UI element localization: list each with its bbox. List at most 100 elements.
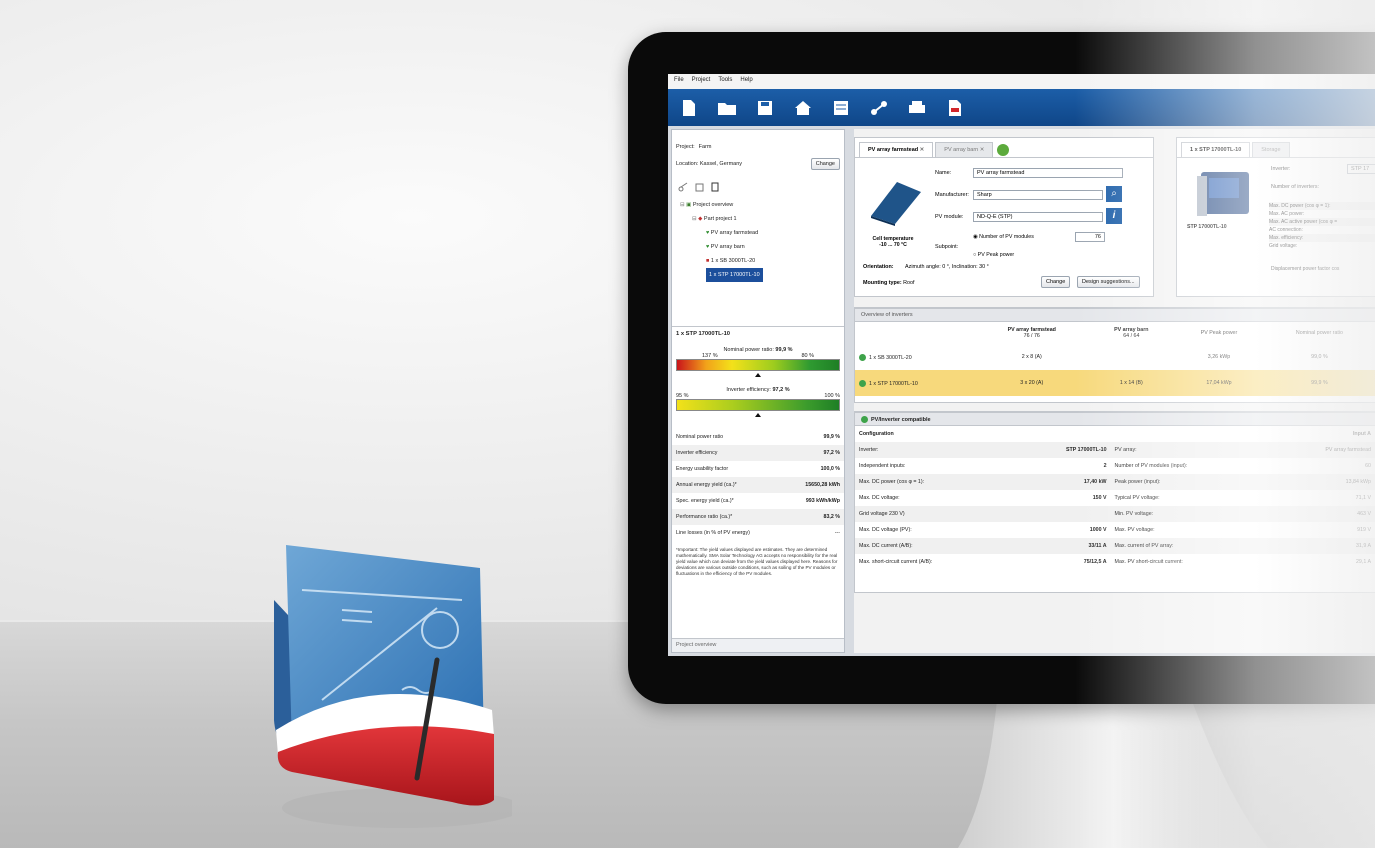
location-label: Location: — [676, 161, 699, 167]
ok-icon — [859, 379, 866, 387]
power-ratio-gauge — [676, 359, 840, 371]
report-icon[interactable] — [830, 97, 852, 119]
tab-inverter[interactable]: 1 x STP 17000TL-10 — [1181, 142, 1251, 157]
manufacturer-select[interactable]: Sharp — [973, 190, 1103, 200]
sunny-design-logo-icon — [274, 545, 512, 828]
displacement-label: Displacement power factor cos — [1271, 266, 1340, 272]
project-overview-footer[interactable]: Project overview — [672, 638, 844, 652]
table-row: Max. DC power (cos φ = 1): 17,40 kW Peak p… — [855, 474, 1375, 490]
tree-item-subproject[interactable]: ⊟ ◆ Part project 1 — [680, 212, 836, 226]
cell-temperature: Cell temperature -10 ... 70 °C — [872, 236, 914, 248]
change-orientation-button[interactable]: Change — [1041, 276, 1071, 288]
subpoint-label: Subpoint: — [935, 244, 959, 250]
info-icon[interactable]: i — [1106, 208, 1122, 224]
save-icon[interactable] — [754, 97, 776, 119]
tree-item-array2[interactable]: ♥ PV array barn — [680, 240, 836, 254]
compatibility-panel: PV/Inverter compatible Configuration Inpu… — [854, 411, 1375, 593]
menu-file[interactable]: File — [674, 77, 684, 86]
table-header: Configuration Input A — [859, 431, 1371, 437]
module-count-input[interactable]: 76 — [1075, 232, 1105, 242]
toolbar — [668, 89, 1375, 126]
overview-title[interactable]: Overview of inverters — [855, 308, 1375, 322]
table-row: Grid voltage 230 V) Min. PV voltage: 463 V — [855, 506, 1375, 522]
tree-toolbar — [672, 174, 844, 196]
project-row: Project: Farm — [672, 130, 844, 154]
disclaimer-text: *Important: The yield values displayed a… — [676, 547, 838, 576]
inverter-panel: 1 x STP 17000TL-10 Storage STP 17000TL-1… — [1176, 137, 1375, 297]
table-row: Annual energy yield (ca.)* 15650,28 kWh — [672, 477, 844, 493]
efficiency-gauge — [676, 399, 840, 411]
inverter-label: Inverter: — [1271, 166, 1291, 172]
ok-icon — [859, 353, 866, 361]
table-row: Max. DC current (A/B): 33/11 A Max. curren… — [855, 538, 1375, 554]
table-row: Nominal power ratio 99,9 % — [676, 434, 840, 440]
add-tab-icon[interactable] — [997, 143, 1010, 156]
table-row[interactable]: 1 x SB 3000TL-20 2 x 8 (A) 3,26 kWp 99,0… — [855, 344, 1375, 370]
inverter-caption: STP 17000TL-10 — [1187, 224, 1227, 230]
new-file-icon[interactable] — [678, 97, 700, 119]
copy-icon[interactable] — [694, 182, 704, 192]
menu-help[interactable]: Help — [740, 77, 752, 86]
table-row: Max. DC voltage: 150 V Typical PV voltage:… — [859, 495, 1371, 501]
table-row: Max. DC voltage (PV): 1000 V Max. PV volta… — [859, 527, 1371, 533]
tree-item-array1[interactable]: ♥ PV array farmstead — [680, 226, 836, 240]
name-label: Name: — [935, 170, 952, 176]
mounting-row: Mounting type: Roof — [863, 280, 915, 286]
array-form-labels: Name: Manufacturer: PV module: Subpoint: — [935, 162, 969, 258]
location-value: Kassel, Germany — [699, 161, 743, 167]
tree-item-inverter1[interactable]: ■ 1 x SB 3000TL-20 — [680, 254, 836, 268]
search-icon[interactable]: ⌕ — [1106, 186, 1122, 202]
compatibility-title[interactable]: PV/Inverter compatible — [855, 412, 1375, 426]
change-location-button[interactable]: Change — [810, 158, 840, 170]
inverter-select[interactable]: STP 17 — [1347, 164, 1375, 174]
inverter-summary: 1 x STP 17000TL-10 Nominal power ratio: … — [672, 326, 844, 583]
tab-pv-array-barn[interactable]: PV array barn ✕ — [935, 142, 994, 157]
inverter-image — [1197, 172, 1249, 216]
pv-array-tabs: PV array farmstead ✕ PV array barn ✕ — [855, 138, 1153, 158]
table-row: Line losses (in % of PV energy) --- — [676, 530, 840, 536]
manufacturer-label: Manufacturer: — [935, 192, 969, 198]
menu-tools[interactable]: Tools — [718, 77, 732, 86]
option-peak-power[interactable]: ○ PV Peak power — [973, 252, 1014, 258]
pv-module-select[interactable]: ND-Q-E (STP) — [973, 212, 1103, 222]
network-icon[interactable] — [868, 97, 890, 119]
overview-table: PV array farmstead 76 / 76 PV array barn 6… — [855, 322, 1375, 396]
efficiency-marker — [755, 413, 761, 417]
table-row: Inverter efficiency 97,2 % — [672, 445, 844, 461]
menu-project[interactable]: Project — [692, 77, 711, 86]
house-icon[interactable] — [792, 97, 814, 119]
location-row: Location: Kassel, Germany Change — [672, 154, 844, 174]
app-window: File Project Tools Help Project: Farm Lo… — [668, 74, 1375, 656]
tab-storage[interactable]: Storage — [1252, 142, 1290, 157]
overview-panel: Overview of inverters PV array farmstead… — [854, 307, 1375, 403]
ok-icon — [861, 416, 868, 423]
pv-module-image — [871, 182, 921, 226]
inverter-specs: Max. DC power (cos φ = 1): Max. AC power… — [1269, 202, 1375, 250]
name-input[interactable]: PV array farmstead — [973, 168, 1123, 178]
table-header: PV array farmstead 76 / 76 PV array barn 6… — [1007, 327, 1343, 339]
open-folder-icon[interactable] — [716, 97, 738, 119]
pdf-icon[interactable] — [944, 97, 966, 119]
print-icon[interactable] — [906, 97, 928, 119]
main-area: Project: Farm Location: Kassel, Germany … — [668, 126, 1375, 656]
inverter-summary-title: 1 x STP 17000TL-10 — [676, 331, 731, 337]
project-tree: ⊟ ▣ Project overview ⊟ ◆ Part project 1 … — [672, 196, 844, 284]
tree-item-inverter2[interactable]: 1 x STP 17000TL-10 — [680, 268, 836, 282]
table-row: Performance ratio (ca.)* 83,2 % — [672, 509, 844, 525]
project-value: Farm — [698, 144, 712, 150]
table-row: Max. short-circuit current (A/B): 75/12,5… — [859, 559, 1371, 565]
paste-icon[interactable] — [710, 182, 720, 192]
scissors-icon[interactable] — [678, 182, 688, 192]
table-row-selected[interactable]: 1 x STP 17000TL-10 3 x 20 (A) 1 x 14 (B)… — [855, 370, 1375, 396]
orientation-row: Orientation: Azimuth angle: 0 °, Inclina… — [863, 264, 989, 270]
tree-item-root[interactable]: ⊟ ▣ Project overview — [680, 198, 836, 212]
table-row: Independent inputs: 2 Number of PV modules… — [859, 463, 1371, 469]
pv-module-label: PV module: — [935, 214, 964, 220]
inverter-tabs: 1 x STP 17000TL-10 Storage — [1177, 138, 1375, 158]
design-suggestions-button[interactable]: Design suggestions... — [1077, 276, 1140, 288]
power-ratio-marker — [755, 373, 761, 377]
project-panel: Project: Farm Location: Kassel, Germany … — [671, 129, 845, 653]
num-inverters-label: Number of inverters: — [1271, 184, 1319, 190]
option-num-modules[interactable]: ◉ Number of PV modules — [973, 234, 1034, 240]
tab-pv-array-farmstead[interactable]: PV array farmstead ✕ — [859, 142, 934, 157]
